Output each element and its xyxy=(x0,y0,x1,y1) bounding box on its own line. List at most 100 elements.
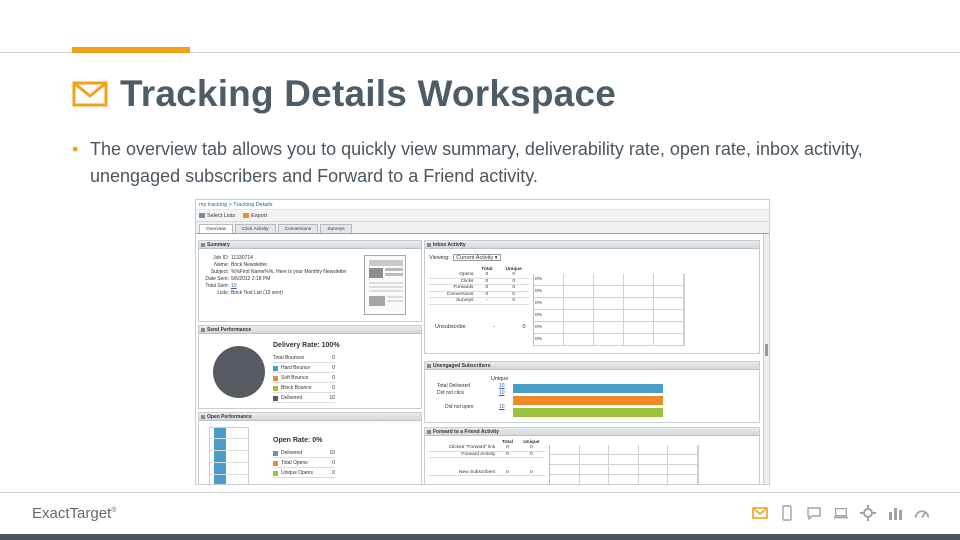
total-sent-link[interactable]: 10 xyxy=(231,283,237,289)
gauge-icon xyxy=(914,505,930,521)
legend-label: Unique Opens xyxy=(281,470,313,476)
subject-label: Subject: xyxy=(210,269,229,275)
legend-swatch xyxy=(273,450,278,456)
tab-surveys[interactable]: Surveys xyxy=(320,224,352,233)
vertical-scrollbar[interactable] xyxy=(763,234,769,484)
inbox-activity-panel: Inbox Activity Viewing: Current Activity… xyxy=(424,240,760,354)
footer-icon-strip xyxy=(752,505,930,521)
chart-grid-cell xyxy=(564,322,594,334)
scrollbar-thumb[interactable] xyxy=(765,344,768,356)
chart-grid-cell xyxy=(654,274,684,286)
open-performance-header[interactable]: Open Performance xyxy=(199,413,421,421)
inbox-activity-header[interactable]: Inbox Activity xyxy=(425,241,759,249)
chart-grid-cell xyxy=(564,286,594,298)
unengaged-row-label: Total Delivered xyxy=(437,383,471,389)
unengaged-row-value[interactable]: 10 xyxy=(499,390,505,396)
unengaged-col-unique: Unique xyxy=(491,376,509,382)
unengaged-row-label: Did not click xyxy=(437,390,464,396)
unengaged-row-label: Did not open xyxy=(445,404,474,410)
chart-grid-cell xyxy=(594,322,624,334)
chart-grid-row xyxy=(550,465,699,475)
row-total: 0 xyxy=(497,457,518,476)
chart-grid-cell xyxy=(639,475,669,484)
chevron-down-icon: ▾ xyxy=(494,255,498,261)
viewing-select[interactable]: Current Activity ▾ xyxy=(453,254,501,261)
tab-overview[interactable]: Overview xyxy=(199,224,233,233)
name-label: Name: xyxy=(214,262,229,268)
chart-grid-cell xyxy=(624,274,654,286)
percent-label: 0% xyxy=(535,325,542,330)
list-icon xyxy=(199,213,205,218)
chart-grid-row xyxy=(550,455,699,465)
chart-grid-row: 0% xyxy=(534,298,685,310)
bar-chart-icon xyxy=(887,505,903,521)
chart-grid-cell xyxy=(654,286,684,298)
tab-conversions[interactable]: Conversions xyxy=(277,224,319,233)
export-label: Export xyxy=(251,212,268,219)
delivered-bar xyxy=(214,428,226,484)
viewing-control: Viewing: Current Activity ▾ xyxy=(429,254,501,261)
send-legend-row: Total Bounces 0 xyxy=(273,354,335,363)
chart-grid-cell xyxy=(550,475,580,484)
chart-grid-cell xyxy=(638,455,669,465)
select-lists-label: Select Lists xyxy=(207,212,236,219)
job-id-label: Job ID: xyxy=(213,255,229,261)
chart-grid-row: 0% xyxy=(534,334,685,346)
open-legend-row: Unique Opens 0 xyxy=(273,469,335,478)
select-lists-button[interactable]: Select Lists xyxy=(199,213,235,219)
unengaged-subscribers-header[interactable]: Unengaged Subscribers xyxy=(425,362,759,370)
delivery-rate: Delivery Rate: 100% xyxy=(273,342,340,349)
chart-grid-row: 0% xyxy=(534,322,685,334)
chart-grid-cell xyxy=(668,445,698,455)
send-performance-header[interactable]: Send Performance xyxy=(199,326,421,334)
chart-grid-cell xyxy=(654,334,684,346)
envelope-icon xyxy=(752,505,768,521)
unengaged-row-value[interactable]: 10 xyxy=(499,383,505,389)
unengaged-row-value[interactable]: 10 xyxy=(499,404,505,410)
forward-to-friend-header[interactable]: Forward to a Friend Activity xyxy=(425,428,759,436)
legend-label: Total Opens xyxy=(281,460,308,466)
lists-label: Lists: xyxy=(217,290,229,296)
legend-value: 0 xyxy=(332,460,335,466)
subject-value: %%First Name%%, Here is your Monthly New… xyxy=(231,269,347,275)
chart-grid-cell xyxy=(594,298,624,310)
chart-grid-cell xyxy=(668,475,698,484)
tab-bar: Overview Click Activity Conversions Surv… xyxy=(196,222,769,234)
open-rate: Open Rate: 0% xyxy=(273,437,323,444)
legend-label: Soft Bounce xyxy=(281,375,309,381)
tab-click-activity[interactable]: Click Activity xyxy=(235,224,276,233)
chart-grid-cell xyxy=(624,298,654,310)
delivery-pie-chart xyxy=(213,346,265,398)
percent-label: 0% xyxy=(535,313,542,318)
email-preview-thumbnail[interactable] xyxy=(364,255,406,315)
toolbar: Select Lists Export xyxy=(196,210,769,222)
chart-grid-cell xyxy=(624,334,654,346)
chart-grid-cell xyxy=(654,322,684,334)
page-title: Tracking Details Workspace xyxy=(120,73,617,114)
open-legend-row: Total Opens 0 xyxy=(273,459,335,468)
chart-grid-cell xyxy=(654,310,684,322)
footer-rule xyxy=(0,492,960,493)
chart-grid-cell xyxy=(579,445,610,455)
legend-swatch xyxy=(273,395,278,401)
chart-grid-cell xyxy=(609,445,639,455)
percent-label: 0% xyxy=(535,337,542,342)
delivered-slice xyxy=(213,346,265,398)
legend-label: Block Bounce xyxy=(281,385,312,391)
inbox-activity-table: Total Unique Opens 0 0 Clicks 0 0 Forwards 0 0 Conv… xyxy=(429,267,529,305)
send-performance-panel: Send Performance Delivery Rate: 100% Tot… xyxy=(198,325,422,409)
open-bar-chart xyxy=(209,427,249,484)
legend-label: Hard Bounce xyxy=(281,365,311,371)
breadcrumb[interactable]: my tracking > Tracking Details xyxy=(196,200,769,210)
unengaged-subscribers-panel: Unengaged Subscribers Unique Total Deliv… xyxy=(424,361,760,423)
unsubscribe-unique: 0 xyxy=(522,324,526,330)
forward-activity-chart xyxy=(549,445,699,484)
legend-swatch xyxy=(273,365,278,371)
export-button[interactable]: Export xyxy=(243,213,267,219)
summary-panel: Summary Job ID: 11330714 Name: Brick Newsl… xyxy=(198,240,422,322)
summary-header[interactable]: Summary xyxy=(199,241,421,249)
percent-label: 0% xyxy=(535,301,542,306)
tracking-details-screenshot: my tracking > Tracking Details Select Li… xyxy=(195,199,770,485)
legend-swatch xyxy=(273,385,278,391)
chat-icon xyxy=(806,505,822,521)
